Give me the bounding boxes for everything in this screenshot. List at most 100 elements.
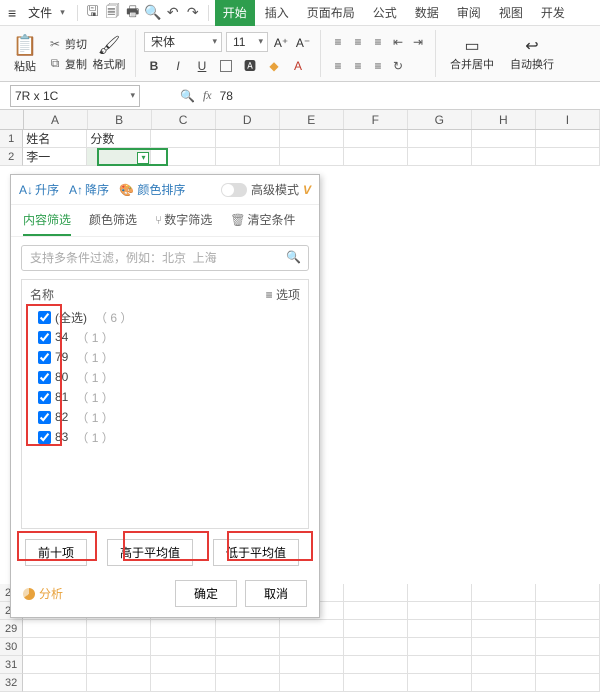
filter-search-input[interactable] — [21, 245, 309, 271]
cell[interactable] — [472, 674, 536, 692]
colhead-c[interactable]: C — [152, 110, 216, 129]
redo-icon[interactable]: ↷ — [184, 4, 202, 21]
chevron-down-icon[interactable]: ▾ — [60, 7, 65, 18]
filter-checkbox[interactable] — [38, 311, 51, 324]
fill-color-button[interactable]: ◆ — [264, 56, 284, 76]
format-painter-button[interactable]: 🖌 格式刷 — [91, 35, 127, 72]
colhead-g[interactable]: G — [408, 110, 472, 129]
cell[interactable] — [87, 656, 151, 674]
rowhead[interactable]: 32 — [0, 674, 23, 692]
rowhead-2[interactable]: 2 — [0, 148, 23, 166]
colhead-h[interactable]: H — [472, 110, 536, 129]
cell[interactable] — [280, 130, 344, 148]
filter-item[interactable]: 80（ 1 ） — [28, 367, 302, 387]
filter-checkbox[interactable] — [38, 411, 51, 424]
tab-number-filter[interactable]: ⑂数字筛选 — [155, 211, 212, 236]
rowhead[interactable]: 29 — [0, 620, 23, 638]
cell[interactable] — [344, 130, 408, 148]
cell[interactable] — [280, 148, 344, 166]
cell[interactable] — [87, 638, 151, 656]
rowhead[interactable]: 30 — [0, 638, 23, 656]
tab-data[interactable]: 数据 — [407, 0, 447, 26]
cut-button[interactable]: ✂剪切 — [48, 35, 87, 53]
bold-button[interactable]: B — [144, 56, 164, 76]
cell[interactable] — [408, 584, 472, 602]
cell[interactable] — [408, 674, 472, 692]
filter-checkbox[interactable] — [38, 331, 51, 344]
cell[interactable] — [151, 130, 215, 148]
cell[interactable] — [472, 620, 536, 638]
colhead-a[interactable]: A — [24, 110, 88, 129]
align-right-button[interactable]: ≡ — [369, 56, 387, 76]
cell[interactable] — [344, 584, 408, 602]
cell[interactable] — [536, 674, 600, 692]
cell[interactable] — [344, 656, 408, 674]
top10-button[interactable]: 前十项 — [25, 539, 87, 566]
cell[interactable] — [216, 620, 280, 638]
cell[interactable] — [151, 656, 215, 674]
font-color-button[interactable]: A — [288, 56, 308, 76]
cell[interactable] — [408, 130, 472, 148]
cell[interactable] — [216, 148, 280, 166]
cell[interactable] — [87, 620, 151, 638]
cell[interactable] — [536, 656, 600, 674]
select-all-corner[interactable] — [0, 110, 24, 129]
colhead-e[interactable]: E — [280, 110, 344, 129]
cell[interactable] — [408, 620, 472, 638]
merge-center-button[interactable]: ▭ 合并居中 — [444, 36, 500, 72]
above-avg-button[interactable]: 高于平均值 — [107, 539, 193, 566]
cell[interactable] — [344, 602, 408, 620]
cell-b2[interactable]: ▾ — [87, 148, 151, 166]
tab-content-filter[interactable]: 内容筛选 — [23, 211, 71, 236]
tab-insert[interactable]: 插入 — [257, 0, 297, 26]
sort-desc-button[interactable]: A↑降序 — [69, 181, 109, 198]
cancel-button[interactable]: 取消 — [245, 580, 307, 607]
cell[interactable] — [216, 130, 280, 148]
indent-increase-button[interactable]: ⇥ — [409, 32, 427, 52]
cell[interactable] — [472, 584, 536, 602]
font-size-select[interactable]: 11 — [226, 32, 268, 52]
align-top-button[interactable]: ≡ — [329, 32, 347, 52]
filter-item[interactable]: 79（ 1 ） — [28, 347, 302, 367]
filter-item[interactable]: (全选)（ 6 ） — [28, 307, 302, 327]
cell[interactable] — [280, 620, 344, 638]
rowhead-1[interactable]: 1 — [0, 130, 23, 148]
tab-review[interactable]: 审阅 — [449, 0, 489, 26]
cell[interactable] — [472, 602, 536, 620]
cell[interactable] — [408, 148, 472, 166]
filter-checkbox[interactable] — [38, 371, 51, 384]
orientation-button[interactable]: ↻ — [389, 56, 407, 76]
cell[interactable] — [151, 148, 215, 166]
cell[interactable] — [344, 148, 408, 166]
undo-icon[interactable]: ↶ — [164, 4, 182, 21]
cell[interactable] — [536, 130, 600, 148]
cell[interactable] — [536, 620, 600, 638]
filter-item[interactable]: 81（ 1 ） — [28, 387, 302, 407]
cell[interactable] — [23, 674, 87, 692]
cell[interactable] — [151, 674, 215, 692]
filter-checkbox[interactable] — [38, 391, 51, 404]
wrap-text-button[interactable]: ↩ 自动换行 — [504, 36, 560, 72]
sort-color-button[interactable]: 🎨 颜色排序 — [119, 181, 185, 198]
tab-clear-conditions[interactable]: 🗑清空条件 — [230, 211, 295, 236]
filter-item[interactable]: 34（ 1 ） — [28, 327, 302, 347]
cell[interactable] — [151, 620, 215, 638]
tab-formula[interactable]: 公式 — [365, 0, 405, 26]
cell[interactable] — [280, 656, 344, 674]
cell[interactable] — [472, 148, 536, 166]
align-left-button[interactable]: ≡ — [329, 56, 347, 76]
cell[interactable] — [87, 674, 151, 692]
rowhead[interactable]: 31 — [0, 656, 23, 674]
shrink-font-button[interactable]: A⁻ — [294, 32, 312, 52]
spreadsheet-grid[interactable]: A B C D E F G H I 1 姓名 分数 2 李一 ▾ — [0, 110, 600, 166]
tab-page-layout[interactable]: 页面布局 — [299, 0, 363, 26]
print-icon[interactable]: 🖶 — [124, 1, 142, 25]
below-avg-button[interactable]: 低于平均值 — [213, 539, 299, 566]
cell[interactable] — [280, 674, 344, 692]
align-bottom-button[interactable]: ≡ — [369, 32, 387, 52]
cell[interactable] — [408, 656, 472, 674]
cell-style-button[interactable]: 🅰 — [240, 56, 260, 76]
cell-b1[interactable]: 分数 — [87, 130, 151, 148]
tab-dev[interactable]: 开发 — [533, 0, 573, 26]
paste-button[interactable]: 📋 粘贴 — [6, 33, 44, 74]
